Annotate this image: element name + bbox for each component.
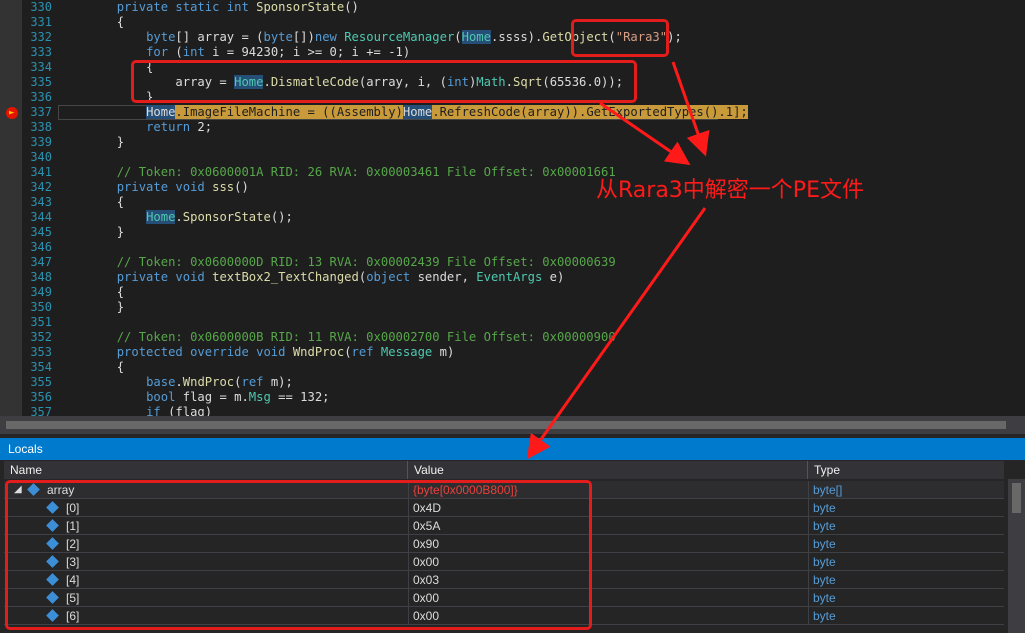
code-line[interactable]: protected override void WndProc(ref Mess…: [58, 345, 455, 360]
line-number: 334: [30, 60, 52, 74]
code-line[interactable]: // Token: 0x0600000D RID: 13 RVA: 0x0000…: [58, 255, 616, 270]
code-line[interactable]: private static int SponsorState(): [58, 0, 359, 15]
line-number: 354: [30, 360, 52, 374]
line-number: 355: [30, 375, 52, 389]
element-type: byte: [808, 589, 1004, 607]
line-number: 342: [30, 180, 52, 194]
line-number: 338: [30, 120, 52, 134]
line-number: 330: [30, 0, 52, 14]
line-number: 357: [30, 405, 52, 416]
line-number: 343: [30, 195, 52, 209]
code-line[interactable]: return 2;: [58, 120, 212, 135]
line-number: 346: [30, 240, 52, 254]
locals-column-header: Name Value Type: [4, 461, 1004, 479]
code-line[interactable]: }: [58, 135, 124, 150]
code-line[interactable]: if (flag): [58, 405, 212, 416]
element-type: byte: [808, 499, 1004, 517]
code-line[interactable]: Home.SponsorState();: [58, 210, 293, 225]
code-line[interactable]: // Token: 0x0600001A RID: 26 RVA: 0x0000…: [58, 165, 616, 180]
annotation-text: 从Rara3中解密一个PE文件: [596, 178, 864, 203]
element-type: byte: [808, 517, 1004, 535]
locals-panel-title[interactable]: Locals: [0, 438, 1025, 460]
local-type: byte[]: [808, 481, 1004, 499]
line-number: 352: [30, 330, 52, 344]
element-type: byte: [808, 535, 1004, 553]
line-number: 345: [30, 225, 52, 239]
line-number: 350: [30, 300, 52, 314]
code-line[interactable]: base.WndProc(ref m);: [58, 375, 293, 390]
code-line[interactable]: // Token: 0x0600000B RID: 11 RVA: 0x0000…: [58, 330, 616, 345]
code-line[interactable]: {: [58, 15, 124, 30]
highlight-box-locals: [5, 480, 592, 630]
code-line[interactable]: }: [58, 225, 124, 240]
code-line[interactable]: bool flag = m.Msg == 132;: [58, 390, 329, 405]
code-line[interactable]: {: [58, 360, 124, 375]
line-number: 353: [30, 345, 52, 359]
line-number: 356: [30, 390, 52, 404]
element-type: byte: [808, 571, 1004, 589]
editor-gutter[interactable]: ►: [0, 0, 22, 416]
element-type: byte: [808, 553, 1004, 571]
line-number: 335: [30, 75, 52, 89]
line-number: 347: [30, 255, 52, 269]
code-line[interactable]: private void textBox2_TextChanged(object…: [58, 270, 565, 285]
line-number: 333: [30, 45, 52, 59]
horizontal-scrollbar[interactable]: [0, 416, 1025, 434]
code-line[interactable]: Home.ImageFileMachine = ((Assembly)Home.…: [58, 105, 748, 120]
line-number: 344: [30, 210, 52, 224]
line-number: 337: [30, 105, 52, 119]
line-number: 332: [30, 30, 52, 44]
execution-pointer-icon: ►: [9, 108, 15, 118]
line-number: 331: [30, 15, 52, 29]
column-type-header[interactable]: Type: [808, 461, 1004, 479]
scrollbar-thumb[interactable]: [6, 421, 1006, 429]
line-number: 348: [30, 270, 52, 284]
line-number: 339: [30, 135, 52, 149]
code-line[interactable]: }: [58, 300, 124, 315]
code-line[interactable]: for (int i = 94230; i >= 0; i += -1): [58, 45, 410, 60]
scrollbar-thumb[interactable]: [1012, 483, 1021, 513]
highlight-box-rara3: [571, 19, 669, 57]
line-number: 349: [30, 285, 52, 299]
element-type: byte: [808, 607, 1004, 625]
highlight-box-decode: [131, 60, 637, 103]
line-number: 351: [30, 315, 52, 329]
vertical-scrollbar[interactable]: [1008, 479, 1025, 633]
column-name-header[interactable]: Name: [4, 461, 408, 479]
line-number: 336: [30, 90, 52, 104]
line-number: 341: [30, 165, 52, 179]
column-value-header[interactable]: Value: [408, 461, 808, 479]
line-number: 340: [30, 150, 52, 164]
code-line[interactable]: {: [58, 285, 124, 300]
code-line[interactable]: {: [58, 195, 124, 210]
code-line[interactable]: private void sss(): [58, 180, 249, 195]
